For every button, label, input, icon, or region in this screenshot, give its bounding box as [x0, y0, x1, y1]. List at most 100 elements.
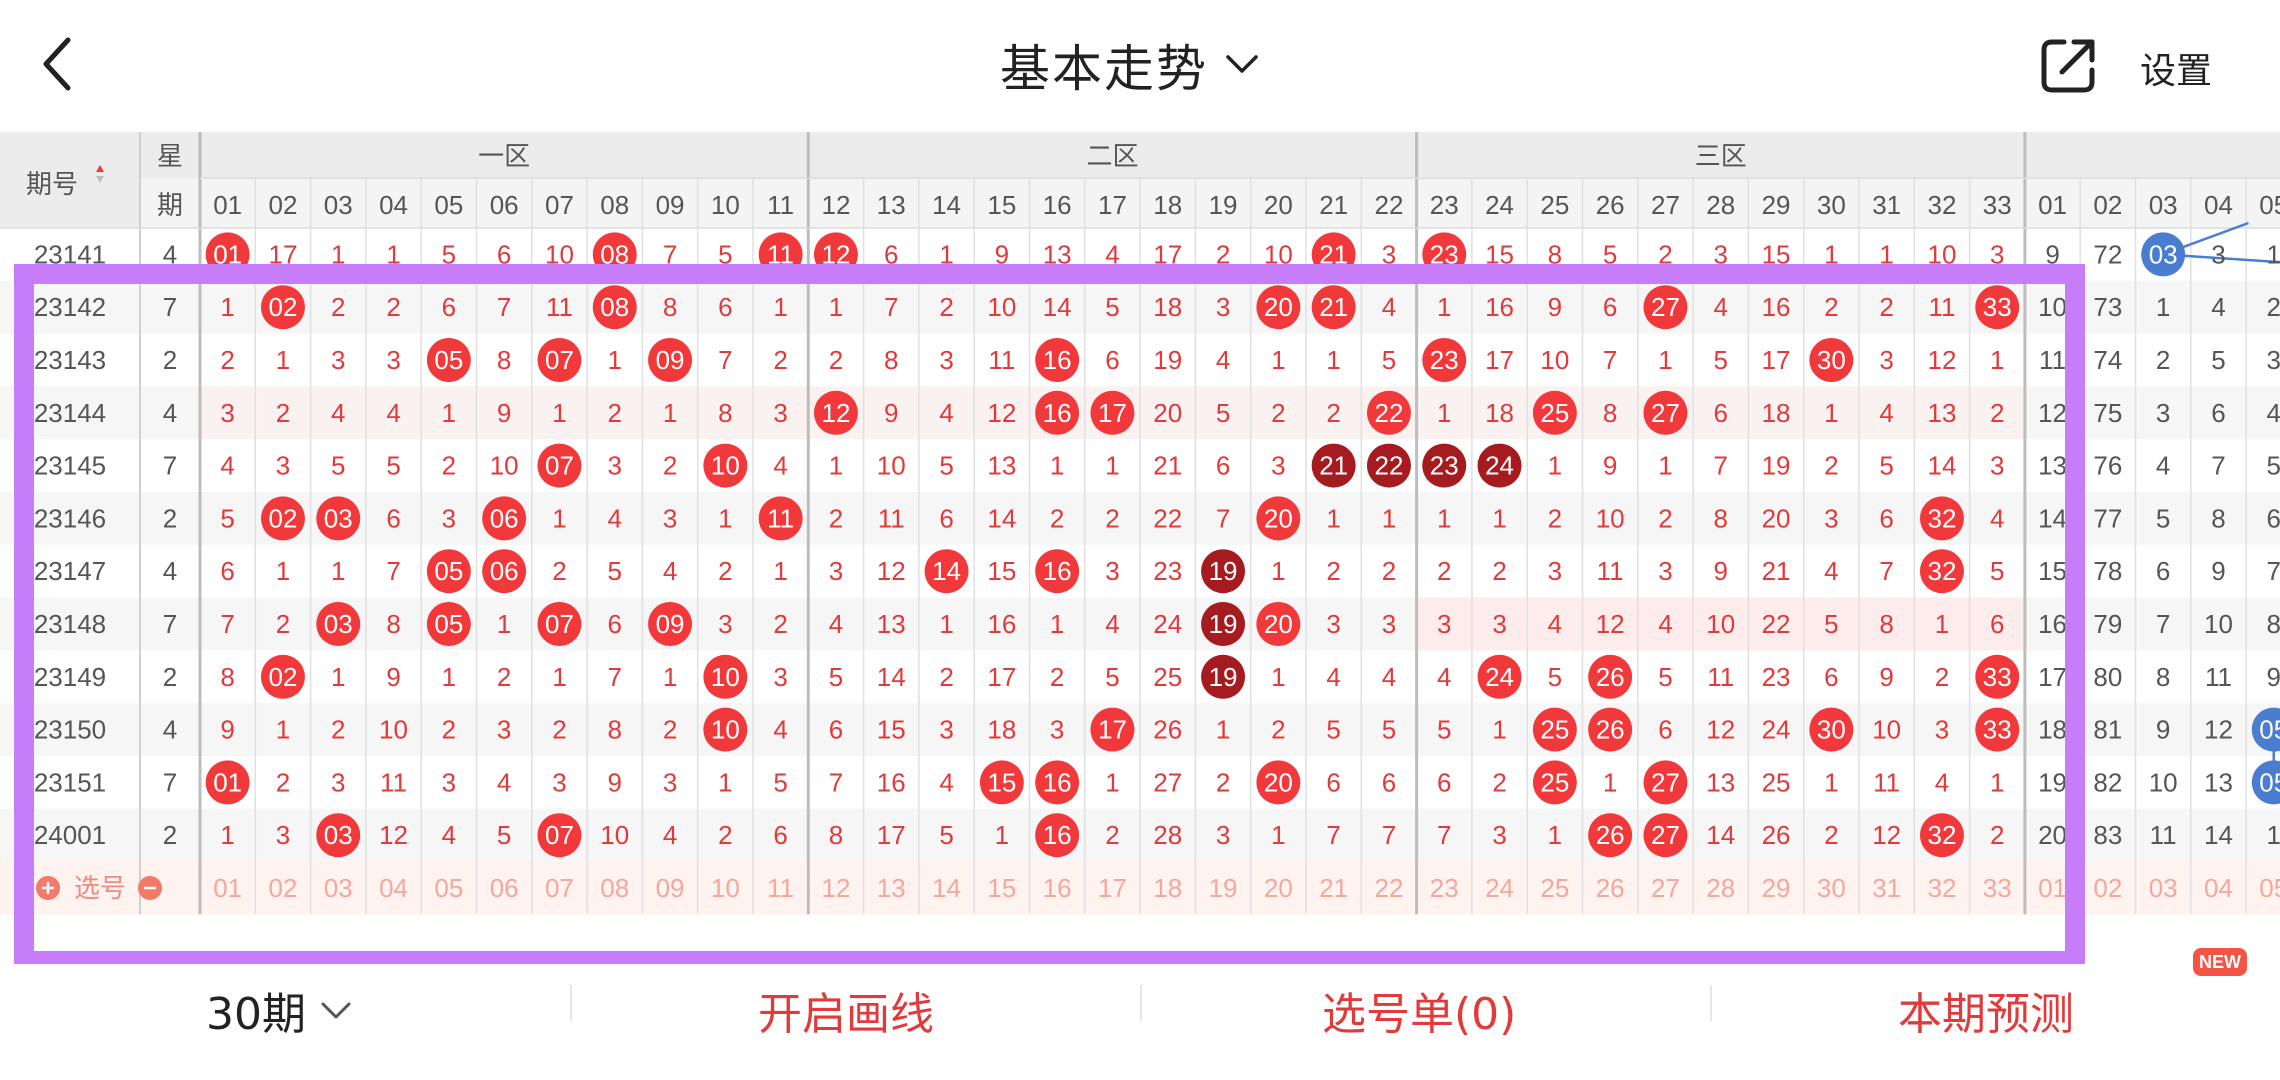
column-label: 30: [1817, 190, 1846, 220]
miss-count: 3: [2156, 398, 2170, 428]
column-label: 24: [1485, 190, 1514, 220]
selection-highlight-box: [14, 264, 2085, 971]
miss-count: 3: [2211, 239, 2225, 269]
column-label: 23: [1430, 190, 1459, 220]
column-label: 20: [1264, 190, 1293, 220]
prediction-button[interactable]: 本期预测: [1898, 980, 2074, 1040]
miss-count: 8: [2211, 503, 2225, 533]
weekday-column-header: 期: [157, 190, 183, 220]
drawn-number: 03: [2149, 239, 2178, 269]
column-label: 02: [268, 190, 297, 220]
miss-count: 11: [2150, 820, 2177, 850]
settings-button[interactable]: 设置: [2140, 42, 2212, 94]
zone-label-3: 三区: [1695, 141, 1747, 171]
column-label: 03: [2149, 190, 2178, 220]
column-label: 18: [1153, 190, 1182, 220]
miss-count: 9: [2267, 662, 2280, 692]
page-title-text: 基本走势: [1000, 40, 1208, 98]
pick-list-button[interactable]: 选号单(0): [1322, 980, 1516, 1040]
miss-count: 75: [2093, 398, 2122, 428]
column-label: 13: [877, 190, 906, 220]
column-label: 04: [2204, 190, 2233, 220]
miss-count: 2: [2156, 345, 2170, 375]
miss-count: 83: [2093, 820, 2122, 850]
column-label: 19: [1209, 190, 1238, 220]
miss-count: 11: [2205, 662, 2232, 692]
miss-count: 5: [2267, 451, 2280, 481]
divider: [1140, 985, 1142, 1021]
miss-count: 77: [2093, 503, 2122, 533]
column-label: 08: [600, 190, 629, 220]
top-bar: 基本走势 设置: [0, 0, 2280, 132]
column-label: 28: [1706, 190, 1735, 220]
miss-count: 9: [2211, 556, 2225, 586]
miss-count: 81: [2093, 715, 2122, 745]
share-external-icon[interactable]: [2038, 34, 2100, 96]
column-label: 02: [2093, 190, 2122, 220]
miss-count: 7: [2156, 609, 2170, 639]
select-number-cell[interactable]: 05: [2259, 873, 2280, 903]
miss-count: 7: [2267, 556, 2280, 586]
column-label: 25: [1540, 190, 1569, 220]
miss-count: 14: [2204, 820, 2233, 850]
period-column-header: 期号: [26, 169, 78, 199]
period-count-label: 30期: [206, 989, 306, 1040]
column-label: 03: [324, 190, 353, 220]
column-label: 10: [711, 190, 740, 220]
divider: [570, 985, 572, 1021]
draw-lines-button[interactable]: 开启画线: [758, 980, 934, 1040]
miss-count: 4: [2211, 292, 2225, 322]
miss-count: 8: [2156, 662, 2170, 692]
drawn-number: 05: [2259, 715, 2280, 745]
new-badge: NEW: [2193, 948, 2247, 976]
miss-count: 2: [2267, 292, 2280, 322]
miss-count: 6: [2156, 556, 2170, 586]
page-title[interactable]: 基本走势: [1000, 30, 1262, 100]
miss-count: 3: [2267, 345, 2280, 375]
miss-count: 1: [2156, 292, 2170, 322]
chevron-down-icon: [321, 1002, 351, 1019]
column-label: 05: [434, 190, 463, 220]
zone-label-2: 二区: [1086, 141, 1138, 171]
column-label: 22: [1374, 190, 1403, 220]
column-label: 15: [987, 190, 1016, 220]
column-label: 17: [1098, 190, 1127, 220]
miss-count: 12: [2204, 715, 2233, 745]
miss-count: 13: [2204, 767, 2233, 797]
miss-count: 6: [2267, 503, 2280, 533]
miss-count: 72: [2093, 239, 2122, 269]
drawn-number: 05: [2259, 767, 2280, 797]
column-label: 09: [656, 190, 685, 220]
miss-count: 1: [2267, 820, 2280, 850]
miss-count: 82: [2093, 767, 2122, 797]
select-number-cell[interactable]: 04: [2204, 873, 2233, 903]
miss-count: 5: [2211, 345, 2225, 375]
miss-count: 76: [2093, 451, 2122, 481]
miss-count: 7: [2211, 451, 2225, 481]
divider: [1710, 985, 1712, 1021]
miss-count: 4: [2267, 398, 2280, 428]
miss-count: 74: [2093, 345, 2122, 375]
select-number-cell[interactable]: 02: [2093, 873, 2122, 903]
chevron-down-icon: [1226, 55, 1258, 73]
period-count-selector[interactable]: 30期: [206, 980, 354, 1040]
column-label: 14: [932, 190, 961, 220]
column-label: 31: [1872, 190, 1901, 220]
column-label: 01: [2038, 190, 2067, 220]
column-label: 01: [213, 190, 242, 220]
weekday-column-header: 星: [157, 141, 183, 171]
zone-label-1: 一区: [478, 141, 530, 171]
column-label: 26: [1596, 190, 1625, 220]
miss-count: 5: [2156, 503, 2170, 533]
chevron-left-icon[interactable]: [30, 28, 90, 100]
column-label: 05: [2259, 190, 2280, 220]
miss-count: 1: [2267, 239, 2280, 269]
column-label: 04: [379, 190, 408, 220]
column-label: 29: [1762, 190, 1791, 220]
select-number-cell[interactable]: 03: [2149, 873, 2178, 903]
miss-count: 80: [2093, 662, 2122, 692]
column-label: 11: [767, 190, 794, 220]
miss-count: 10: [2204, 609, 2233, 639]
column-label: 07: [545, 190, 574, 220]
miss-count: 73: [2093, 292, 2122, 322]
